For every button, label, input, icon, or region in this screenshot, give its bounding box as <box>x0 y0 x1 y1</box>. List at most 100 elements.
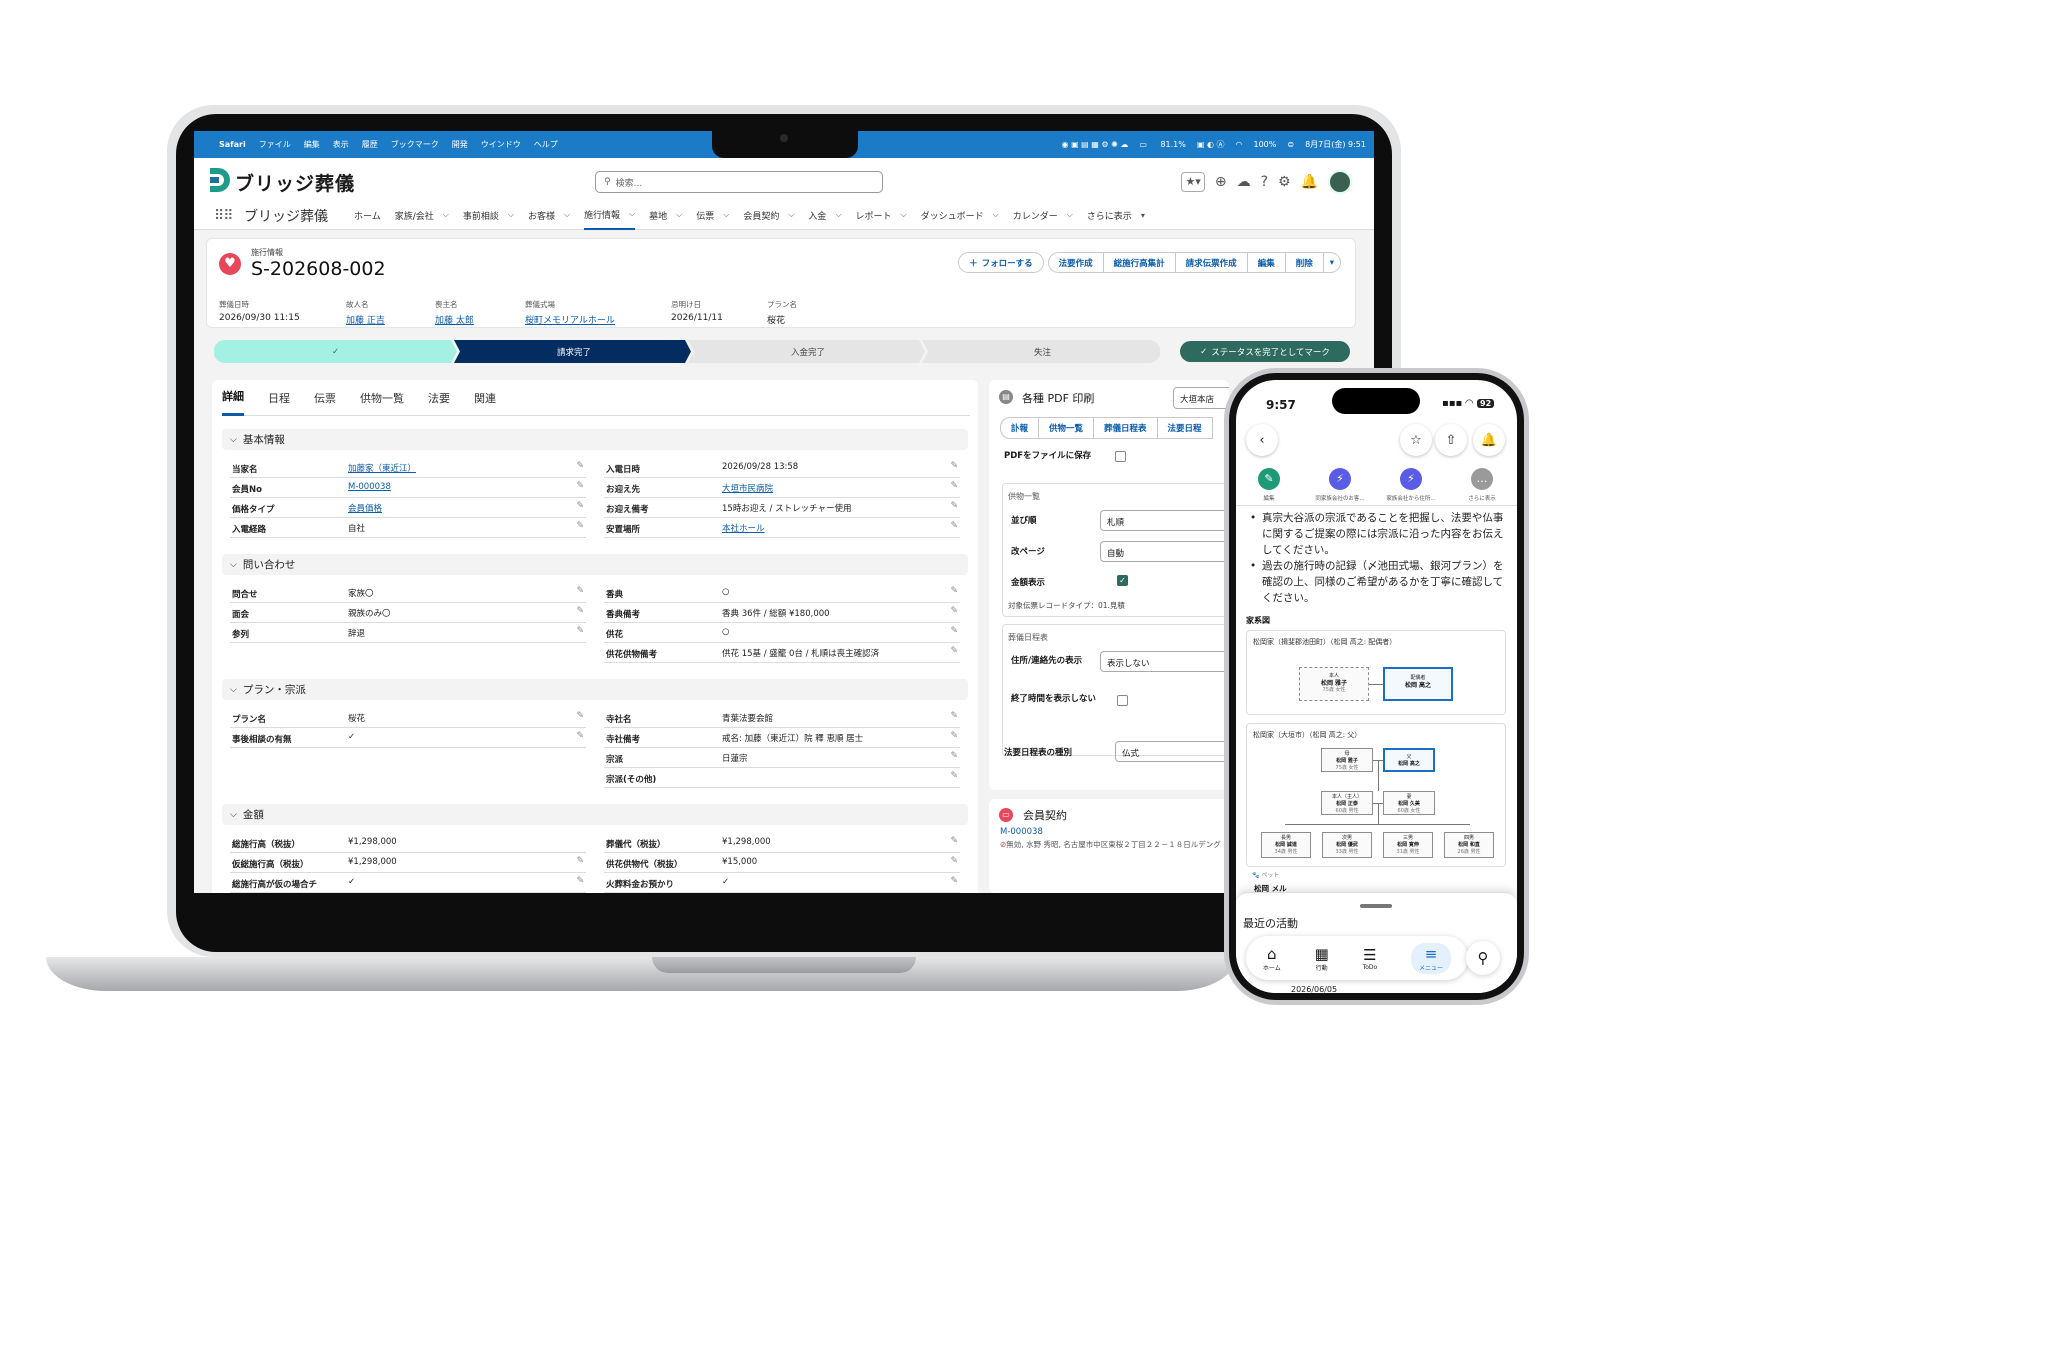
venue-link[interactable]: 桜町メモリアルホール <box>525 313 615 326</box>
battery-icon[interactable]: ▭ 81.1% <box>1139 140 1186 149</box>
pencil-icon[interactable]: ✎ <box>950 731 958 741</box>
chevron-down-icon[interactable]: ⌵ <box>723 210 729 220</box>
pencil-icon[interactable]: ✎ <box>950 876 958 886</box>
nav-item-funeral-info[interactable]: 施行情報 ⌵ <box>584 200 636 230</box>
page-break-select[interactable]: 自動 <box>1100 541 1229 562</box>
tab-memorials[interactable]: 法要 <box>428 380 450 416</box>
edit-button[interactable]: 編集 <box>1247 252 1286 273</box>
pickup-place-link[interactable]: 大垣市民病院 <box>722 482 773 494</box>
logo-text[interactable]: ブリッジ葬儀 <box>235 169 355 196</box>
pencil-icon[interactable]: ✎ <box>576 501 584 511</box>
path-step-invoiced[interactable]: 請求完了 <box>457 340 691 363</box>
tree-person-self[interactable]: 本人 松岡 雅子 75歳 女性 <box>1299 667 1369 701</box>
chevron-down-icon[interactable]: ⌵ <box>564 210 570 220</box>
caret-down-icon[interactable]: ▾ <box>1141 211 1145 220</box>
favorite-star-icon[interactable]: ☆ <box>1400 424 1432 456</box>
chief-mourner-link[interactable]: 加藤 太郎 <box>435 313 474 326</box>
setup-gear-icon[interactable]: ⚙ <box>1278 173 1291 191</box>
tree-person-father[interactable]: 父松岡 高之 <box>1383 748 1435 772</box>
store-select[interactable]: 大垣本店 <box>1173 387 1229 409</box>
tree-person-child[interactable]: 長男 松岡 誠道 34歳 男性 <box>1261 832 1311 858</box>
chevron-down-icon[interactable]: ⌵ <box>676 210 682 220</box>
notification-bell-icon[interactable]: 🔔 <box>1473 424 1505 456</box>
pencil-icon[interactable]: ✎ <box>950 856 958 866</box>
family-link[interactable]: 加藤家（東近江） <box>348 462 416 474</box>
pencil-icon[interactable]: ✎ <box>950 481 958 491</box>
deceased-link[interactable]: 加藤 正吉 <box>346 313 385 326</box>
search-icon[interactable]: ⚲ <box>1466 941 1500 975</box>
pencil-icon[interactable]: ✎ <box>576 626 584 636</box>
create-invoice-button[interactable]: 請求伝票作成 <box>1175 252 1248 273</box>
delete-button[interactable]: 削除 <box>1285 252 1324 273</box>
pdf-tab-funeral-schedule[interactable]: 葬儀日程表 <box>1094 417 1158 439</box>
create-memorial-button[interactable]: 法要作成 <box>1047 252 1104 273</box>
chevron-down-icon[interactable]: ⌵ <box>788 210 794 220</box>
chevron-down-icon[interactable]: ⌵ <box>1067 210 1073 220</box>
app-launcher-grid-icon[interactable]: ⠿⠿ <box>214 208 233 224</box>
menu-safari[interactable]: Safari <box>219 140 246 149</box>
sheet-handle[interactable] <box>1360 904 1392 908</box>
tab-home[interactable]: ⌂ ホーム <box>1263 945 1281 972</box>
nav-item-reports[interactable]: レポート ⌵ <box>856 200 907 230</box>
order-select[interactable]: 札順 <box>1100 510 1229 531</box>
amount-display-checkbox[interactable]: ✓ <box>1117 575 1128 586</box>
pencil-icon[interactable]: ✎ <box>950 646 958 656</box>
menu-file[interactable]: ファイル <box>259 139 291 150</box>
nav-item-calendar[interactable]: カレンダー ⌵ <box>1013 200 1073 230</box>
quick-action-edit[interactable]: ✎ 編集 <box>1239 468 1299 502</box>
total-sales-button[interactable]: 総施行高集計 <box>1103 252 1176 273</box>
chevron-down-icon[interactable]: ⌵ <box>901 210 907 220</box>
price-type-link[interactable]: 会員価格 <box>348 502 382 514</box>
pencil-icon[interactable]: ✎ <box>950 606 958 616</box>
pencil-icon[interactable]: ✎ <box>576 521 584 531</box>
chevron-down-icon[interactable]: ⌵ <box>443 210 449 220</box>
pencil-icon[interactable]: ✎ <box>576 856 584 866</box>
pdf-tab-memorial-schedule[interactable]: 法要日程 <box>1157 417 1213 439</box>
follow-button[interactable]: ＋フォローする <box>958 252 1044 273</box>
nav-item-customers[interactable]: お客様 ⌵ <box>528 200 570 230</box>
nav-item-payment[interactable]: 入金 ⌵ <box>808 200 841 230</box>
pencil-icon[interactable]: ✎ <box>576 586 584 596</box>
nav-item-slips[interactable]: 伝票 ⌵ <box>696 200 729 230</box>
path-step-lost[interactable]: 失注 <box>925 340 1160 363</box>
quick-action-address[interactable]: ⚡ 家族会社から住所... <box>1381 468 1441 502</box>
zoom-readout[interactable]: 100% <box>1253 140 1276 149</box>
tree-person-child[interactable]: 三男 松岡 寛伸 31歳 男性 <box>1383 832 1433 858</box>
nav-item-family-company[interactable]: 家族/会社 ⌵ <box>395 200 449 230</box>
tree-person-child[interactable]: 四男 松岡 和直 26歳 男性 <box>1444 832 1494 858</box>
section-basic-info[interactable]: ⌵ 基本情報 <box>222 429 968 450</box>
pencil-icon[interactable]: ✎ <box>576 461 584 471</box>
pencil-icon[interactable]: ✎ <box>950 771 958 781</box>
user-avatar[interactable] <box>1328 170 1352 194</box>
menu-window[interactable]: ウインドウ <box>481 139 521 150</box>
section-inquiry[interactable]: ⌵ 問い合わせ <box>222 554 968 575</box>
pencil-icon[interactable]: ✎ <box>576 606 584 616</box>
pencil-icon[interactable]: ✎ <box>950 836 958 846</box>
help-icon[interactable]: ? <box>1261 173 1268 191</box>
bridge-logo-icon[interactable] <box>210 168 230 192</box>
mark-status-complete-button[interactable]: ✓ ステータスを完了としてマーク <box>1180 341 1350 362</box>
pencil-icon[interactable]: ✎ <box>576 711 584 721</box>
more-actions-dropdown[interactable]: ▾ <box>1323 252 1341 273</box>
pencil-icon[interactable]: ✎ <box>950 461 958 471</box>
menu-help[interactable]: ヘルプ <box>534 139 558 150</box>
menu-view[interactable]: 表示 <box>333 139 349 150</box>
wifi-icon[interactable]: ◠ <box>1236 140 1243 149</box>
nav-item-home[interactable]: ホーム <box>354 200 381 230</box>
global-search-input[interactable]: ⚲ 検索... <box>595 171 883 193</box>
menu-history[interactable]: 履歴 <box>362 139 378 150</box>
rest-place-link[interactable]: 本社ホール <box>722 522 765 534</box>
tree-person-spouse[interactable]: 配偶者 松岡 高之 <box>1383 667 1453 701</box>
control-center-icon[interactable]: ⊜ <box>1287 140 1294 149</box>
share-icon[interactable]: ⇧ <box>1435 424 1467 456</box>
tree-person-child[interactable]: 次男 松岡 優武 33歳 男性 <box>1322 832 1372 858</box>
hide-endtime-checkbox[interactable] <box>1117 695 1128 706</box>
tab-schedule[interactable]: 日程 <box>268 380 290 416</box>
pdf-tab-offerings[interactable]: 供物一覧 <box>1039 417 1095 439</box>
nav-item-consultation[interactable]: 事前相談 ⌵ <box>463 200 514 230</box>
trailhead-icon[interactable]: ☁ <box>1237 173 1251 191</box>
global-add-icon[interactable]: ⊕ <box>1215 173 1227 191</box>
menubar-clock[interactable]: 8月7日(金) 9:51 <box>1305 139 1366 150</box>
nav-item-more[interactable]: さらに表示 ▾ <box>1087 200 1145 230</box>
chevron-down-icon[interactable]: ⌵ <box>508 210 514 220</box>
